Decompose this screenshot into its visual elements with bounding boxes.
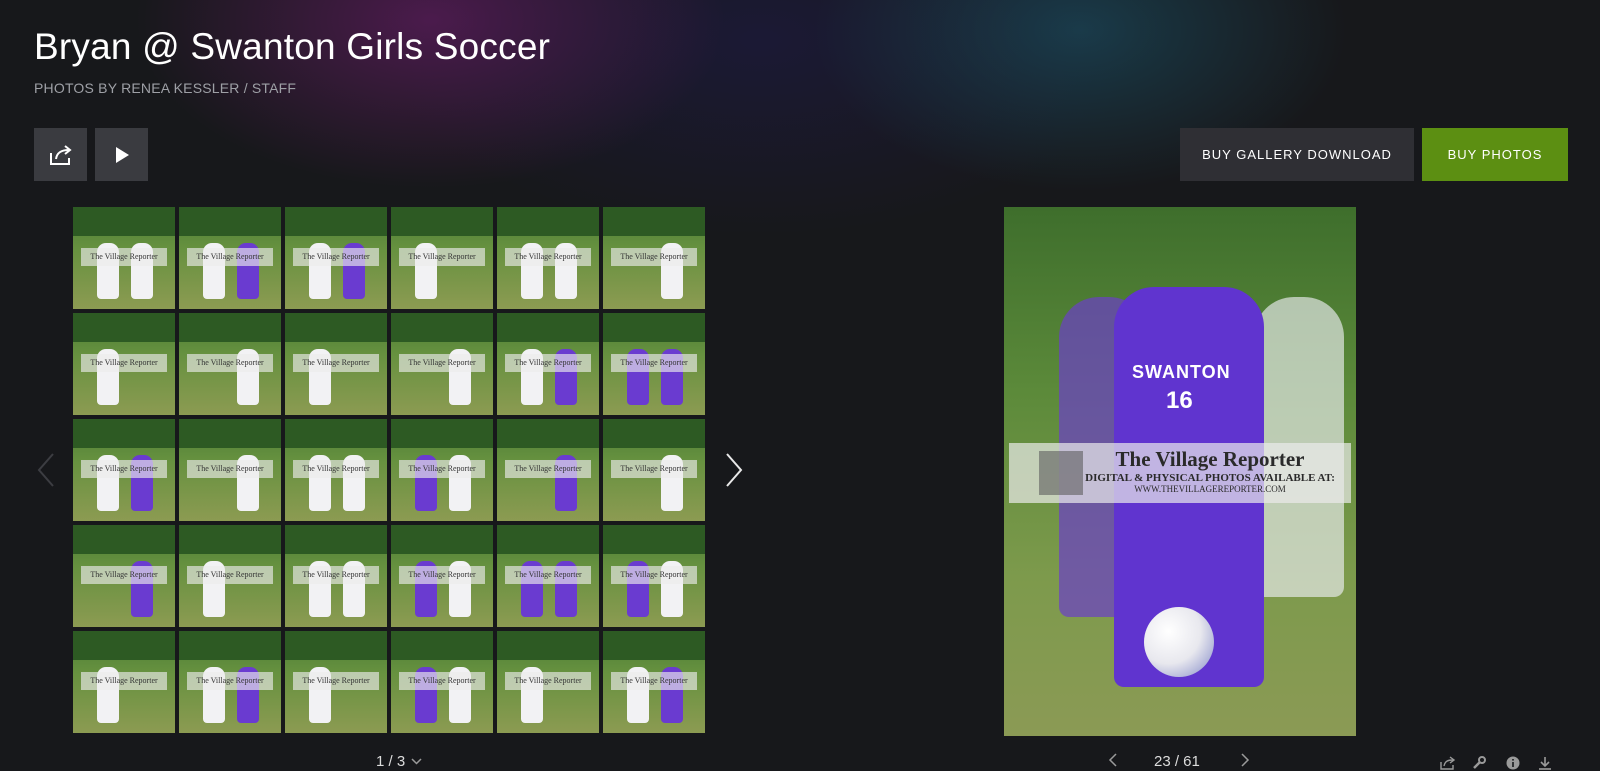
soccer-ball bbox=[1144, 607, 1214, 677]
thumbnail[interactable]: The Village Reporter bbox=[603, 631, 705, 733]
thumbnail[interactable]: The Village Reporter bbox=[391, 207, 493, 309]
buy-photos-button[interactable]: BUY PHOTOS bbox=[1422, 128, 1568, 181]
thumbnail[interactable]: The Village Reporter bbox=[73, 525, 175, 627]
buy-gallery-download-button[interactable]: BUY GALLERY DOWNLOAD bbox=[1180, 128, 1414, 181]
gallery-title: Bryan @ Swanton Girls Soccer bbox=[34, 26, 551, 67]
chevron-right-icon[interactable] bbox=[1240, 753, 1250, 767]
thumbnail[interactable]: The Village Reporter bbox=[497, 419, 599, 521]
thumbnail[interactable]: The Village Reporter bbox=[179, 207, 281, 309]
thumbnail[interactable]: The Village Reporter bbox=[73, 631, 175, 733]
photo-counter: 23 / 61 bbox=[1154, 753, 1200, 770]
play-icon bbox=[115, 146, 129, 163]
watermark-logo bbox=[1039, 451, 1083, 495]
thumbnail[interactable]: The Village Reporter bbox=[497, 313, 599, 415]
thumbnail[interactable]: The Village Reporter bbox=[73, 207, 175, 309]
wrench-icon[interactable] bbox=[1472, 756, 1486, 770]
thumbnail[interactable]: The Village Reporter bbox=[179, 419, 281, 521]
thumbnail-pager[interactable]: 1 / 3 bbox=[376, 753, 422, 770]
photo-watermark: The Village Reporter DIGITAL & PHYSICAL … bbox=[1009, 443, 1351, 503]
thumbnail[interactable]: The Village Reporter bbox=[285, 207, 387, 309]
main-photo[interactable]: SWANTON 16 The Village Reporter DIGITAL … bbox=[1004, 207, 1356, 736]
thumbnail[interactable]: The Village Reporter bbox=[73, 313, 175, 415]
thumbnail[interactable]: The Village Reporter bbox=[603, 313, 705, 415]
thumbnail[interactable]: The Village Reporter bbox=[285, 525, 387, 627]
thumbnail[interactable]: The Village Reporter bbox=[285, 313, 387, 415]
thumbnail[interactable]: The Village Reporter bbox=[73, 419, 175, 521]
thumbnail[interactable]: The Village Reporter bbox=[603, 525, 705, 627]
pager-label: 1 / 3 bbox=[376, 753, 406, 770]
chevron-down-icon bbox=[411, 758, 422, 765]
thumbnail[interactable]: The Village Reporter bbox=[497, 631, 599, 733]
thumbnail[interactable]: The Village Reporter bbox=[179, 631, 281, 733]
download-icon[interactable] bbox=[1538, 756, 1552, 770]
thumbnail[interactable]: The Village Reporter bbox=[497, 207, 599, 309]
chevron-left-icon[interactable] bbox=[36, 452, 56, 488]
thumbnail[interactable]: The Village Reporter bbox=[391, 419, 493, 521]
photo-credit: PHOTOS BY RENEA KESSLER / STAFF bbox=[34, 80, 297, 96]
thumbnail[interactable]: The Village Reporter bbox=[285, 419, 387, 521]
thumbnail[interactable]: The Village Reporter bbox=[285, 631, 387, 733]
jersey-text: SWANTON bbox=[1132, 362, 1231, 382]
chevron-right-icon[interactable] bbox=[724, 452, 744, 488]
thumbnail[interactable]: The Village Reporter bbox=[497, 525, 599, 627]
thumbnail-grid: The Village Reporter The Village Reporte… bbox=[73, 207, 705, 733]
jersey-number: 16 bbox=[1166, 387, 1193, 414]
chevron-left-icon[interactable] bbox=[1108, 753, 1118, 767]
slideshow-play-button[interactable] bbox=[95, 128, 148, 181]
share-button[interactable] bbox=[34, 128, 87, 181]
thumbnail[interactable]: The Village Reporter bbox=[179, 525, 281, 627]
info-icon[interactable] bbox=[1506, 756, 1520, 770]
thumbnail[interactable]: The Village Reporter bbox=[391, 313, 493, 415]
thumbnail[interactable]: The Village Reporter bbox=[391, 525, 493, 627]
thumbnail[interactable]: The Village Reporter bbox=[603, 207, 705, 309]
thumbnail[interactable]: The Village Reporter bbox=[391, 631, 493, 733]
thumbnail[interactable]: The Village Reporter bbox=[179, 313, 281, 415]
share-icon bbox=[49, 144, 72, 165]
thumbnail[interactable]: The Village Reporter bbox=[603, 419, 705, 521]
share-icon[interactable] bbox=[1440, 756, 1456, 770]
